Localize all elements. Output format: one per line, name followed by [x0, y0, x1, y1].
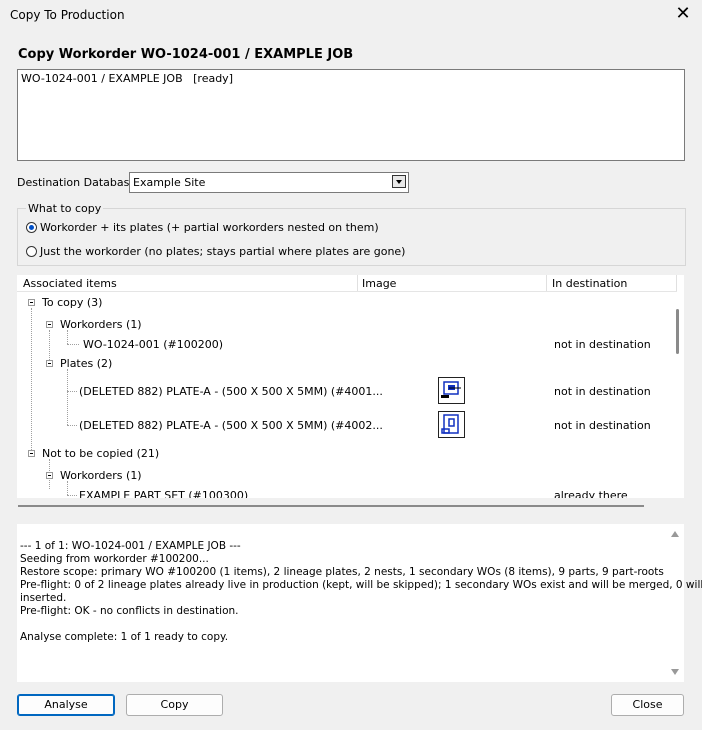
log-line: Analyse complete: 1 of 1 ready to copy.	[20, 631, 229, 643]
destination-label: Destination Database:	[17, 176, 140, 189]
group-title: What to copy	[26, 202, 104, 215]
scroll-up-icon[interactable]	[671, 531, 679, 537]
tree-node-plate[interactable]: (DELETED 882) PLATE-A - (500 X 500 X 5MM…	[79, 385, 383, 398]
tree-header: Associated items Image In destination	[17, 275, 677, 292]
tree-line	[67, 495, 77, 496]
log-line: --- 1 of 1: WO-1024-001 / EXAMPLE JOB --…	[20, 540, 241, 552]
tree-line	[67, 369, 68, 425]
tree-node-workorder[interactable]: WO-1024-001 (#100200)	[83, 338, 223, 351]
radio-selected-icon[interactable]	[26, 222, 37, 233]
tree-line	[67, 344, 79, 345]
column-header-in-destination[interactable]: In destination	[552, 277, 627, 290]
tree-node-part-set[interactable]: EXAMPLE PART SET (#100300)	[79, 489, 248, 498]
destination-select[interactable]: Example Site	[129, 172, 409, 193]
tree-line	[67, 425, 77, 426]
analysis-log: --- 1 of 1: WO-1024-001 / EXAMPLE JOB --…	[17, 524, 702, 682]
tree-line	[67, 330, 68, 344]
analyse-button[interactable]: Analyse	[17, 694, 115, 716]
collapse-icon[interactable]	[46, 472, 53, 479]
what-to-copy-group: What to copy Workorder + its plates (+ p…	[17, 202, 686, 266]
plate-thumbnail-image	[438, 377, 465, 404]
window-title: Copy To Production	[10, 8, 125, 22]
destination-selected-value: Example Site	[133, 176, 206, 189]
column-separator[interactable]	[676, 275, 677, 291]
close-icon[interactable]: ✕	[674, 5, 692, 23]
collapse-icon[interactable]	[46, 321, 53, 328]
collapse-icon[interactable]	[46, 360, 53, 367]
title-bar: Copy To Production ✕	[0, 0, 702, 32]
collapse-icon[interactable]	[28, 450, 35, 457]
tree-line	[67, 391, 77, 392]
close-button[interactable]: Close	[611, 694, 684, 716]
tree-node-to-copy[interactable]: To copy (3)	[42, 296, 102, 309]
workorder-list-item[interactable]: WO-1024-001 / EXAMPLE JOB [ready]	[21, 72, 233, 85]
tree-horizontal-scrollbar[interactable]	[18, 505, 644, 507]
log-line: inserted.	[20, 592, 67, 604]
log-line: Restore scope: primary WO #100200 (1 ite…	[20, 566, 664, 578]
workorder-list[interactable]: WO-1024-001 / EXAMPLE JOB [ready]	[17, 69, 685, 161]
tree-line	[31, 308, 32, 454]
radio-option-with-plates[interactable]: Workorder + its plates (+ partial workor…	[26, 221, 379, 234]
column-separator[interactable]	[546, 275, 547, 291]
column-header-image[interactable]: Image	[362, 277, 396, 290]
radio-unselected-icon[interactable]	[26, 246, 37, 257]
copy-button[interactable]: Copy	[126, 694, 223, 716]
tree-node-workorders[interactable]: Workorders (1)	[60, 318, 142, 331]
tree-node-plates[interactable]: Plates (2)	[60, 357, 112, 370]
scroll-down-icon[interactable]	[671, 669, 679, 675]
log-line: Pre-flight: 0 of 2 lineage plates alread…	[20, 579, 702, 591]
radio-label: Just the workorder (no plates; stays par…	[40, 245, 406, 258]
collapse-icon[interactable]	[28, 299, 35, 306]
tree-node-workorders[interactable]: Workorders (1)	[60, 469, 142, 482]
tree-vertical-scrollbar[interactable]	[676, 309, 679, 354]
destination-status: not in destination	[554, 385, 651, 398]
radio-label: Workorder + its plates (+ partial workor…	[40, 221, 379, 234]
column-separator[interactable]	[357, 275, 358, 291]
column-header-associated[interactable]: Associated items	[23, 277, 117, 290]
tree-node-plate[interactable]: (DELETED 882) PLATE-A - (500 X 500 X 5MM…	[79, 419, 383, 432]
chevron-down-icon[interactable]	[392, 175, 406, 188]
tree-node-not-copied[interactable]: Not to be copied (21)	[42, 447, 159, 460]
log-line: Seeding from workorder #100200...	[20, 553, 209, 565]
radio-option-workorder-only[interactable]: Just the workorder (no plates; stays par…	[26, 245, 405, 258]
destination-status: already there	[554, 489, 628, 498]
plate-thumbnail-image	[438, 411, 465, 438]
destination-status: not in destination	[554, 419, 651, 432]
tree-line	[67, 481, 68, 495]
page-title: Copy Workorder WO-1024-001 / EXAMPLE JOB	[18, 47, 354, 62]
associated-items-tree[interactable]: Associated items Image In destination To…	[17, 275, 684, 498]
log-line: Pre-flight: OK - no conflicts in destina…	[20, 605, 239, 617]
destination-status: not in destination	[554, 338, 651, 351]
